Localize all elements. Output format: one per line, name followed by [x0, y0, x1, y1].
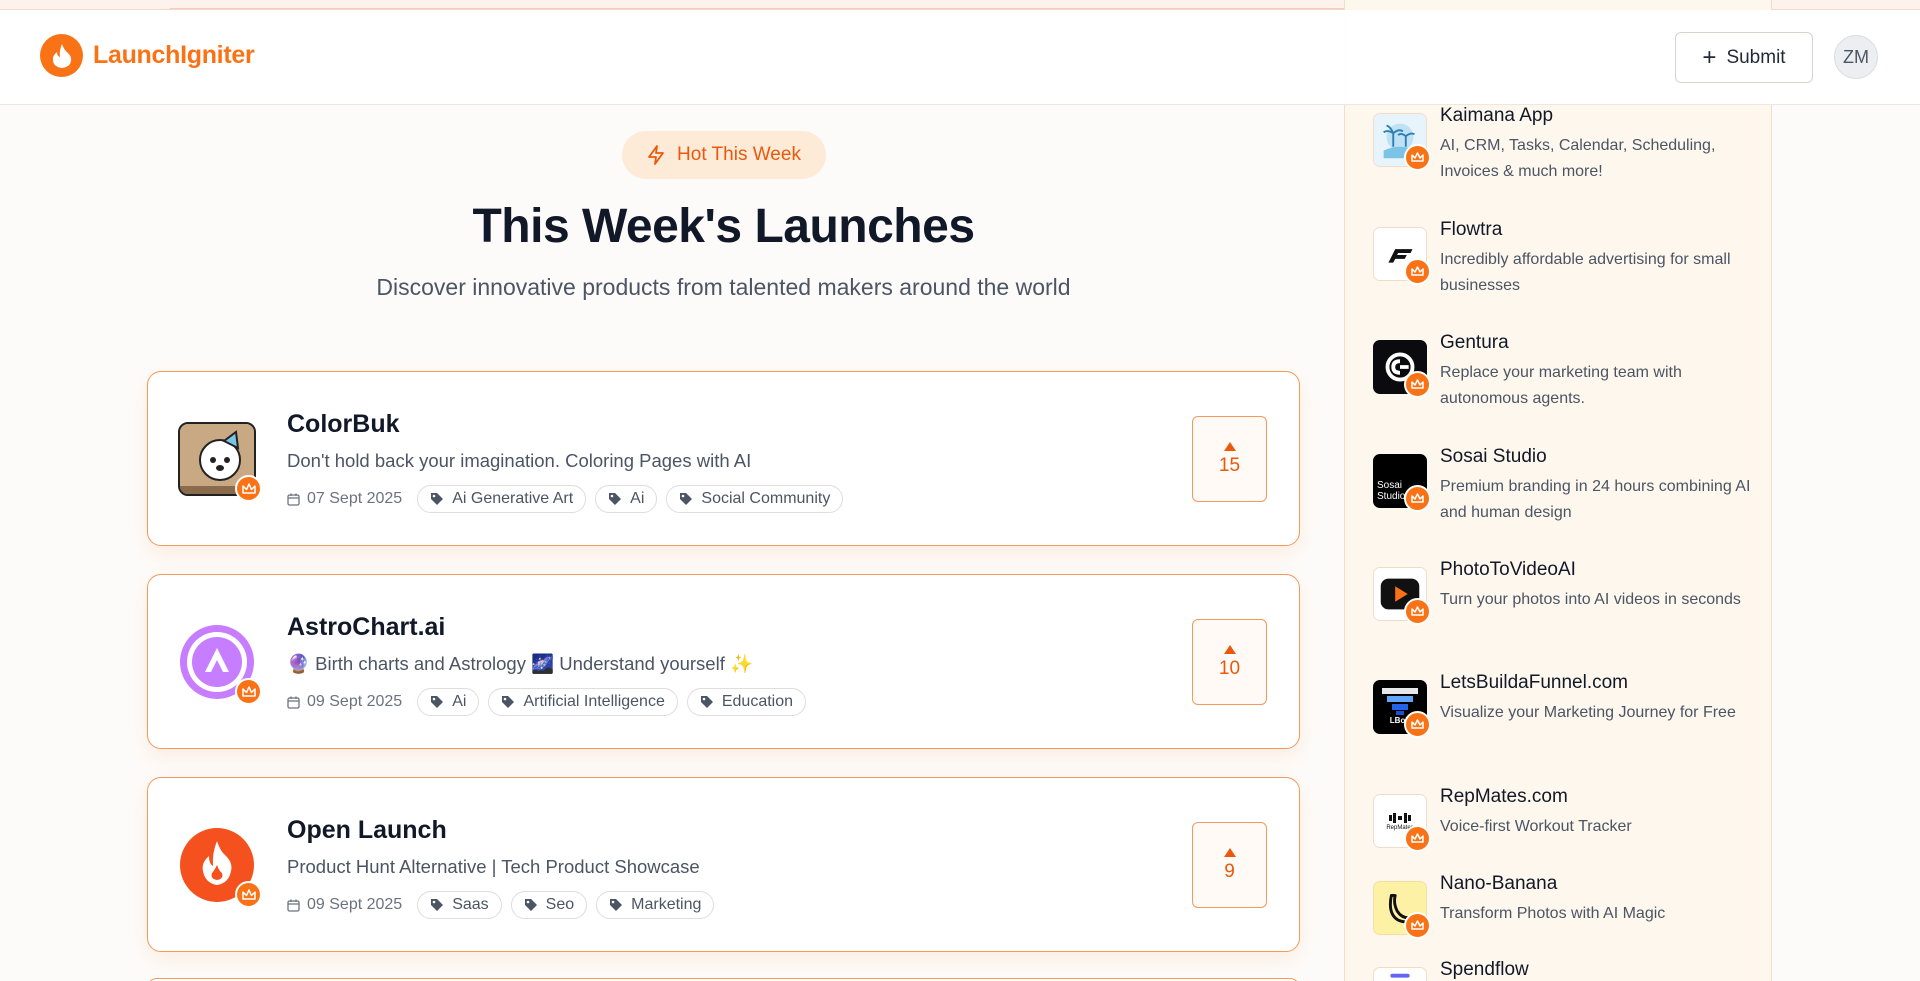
- crown-icon: [1404, 912, 1431, 939]
- launch-meta: 07 Sept 2025 Ai Generative Art Ai Social…: [287, 485, 844, 513]
- page-title: This Week's Launches: [472, 200, 975, 253]
- brand-name: LaunchIgniter: [93, 41, 255, 69]
- sidebar-item-name: Kaimana App: [1440, 105, 1554, 126]
- crown-icon: [1404, 711, 1431, 738]
- calendar-icon: [287, 696, 300, 709]
- launch-card-colorbuk[interactable]: ColorBuk Don't hold back your imaginatio…: [147, 371, 1300, 546]
- crown-icon: [1404, 598, 1431, 625]
- sidebar-item-name: Flowtra: [1440, 219, 1503, 240]
- launch-date: 09 Sept 2025: [287, 693, 402, 711]
- tag-icon: [609, 493, 622, 505]
- sidebar-item-description: Incredibly affordable advertising for sm…: [1440, 251, 1731, 294]
- sidebar-item-name: LetsBuildaFunnel.com: [1440, 672, 1628, 693]
- user-avatar[interactable]: ZM: [1834, 35, 1878, 79]
- launch-meta: 09 Sept 2025 Saas Seo Marketing: [287, 891, 715, 919]
- tag[interactable]: Saas: [417, 891, 502, 919]
- sidebar-item-description: Premium branding in 24 hours combining A…: [1440, 478, 1751, 521]
- launch-name[interactable]: ColorBuk: [287, 410, 400, 439]
- page-subtitle: Discover innovative products from talent…: [376, 274, 1071, 300]
- sidebar-item-name: Gentura: [1440, 332, 1509, 353]
- vote-count: 10: [1218, 657, 1241, 679]
- sidebar-item-name: Sosai Studio: [1440, 446, 1547, 467]
- sidebar-item-name: RepMates.com: [1440, 786, 1568, 807]
- launch-card-open-launch[interactable]: Open Launch Product Hunt Alternative | T…: [147, 777, 1300, 952]
- launch-name[interactable]: Open Launch: [287, 816, 447, 845]
- upvote-button[interactable]: 15: [1192, 416, 1267, 502]
- tag[interactable]: Seo: [510, 891, 588, 919]
- main-content: Hot This Week This Week's Launches Disco…: [0, 105, 1345, 981]
- sidebar-item-description: Transform Photos with AI Magic: [1440, 905, 1666, 922]
- calendar-icon: [287, 493, 300, 506]
- sidebar-item-name: Nano-Banana: [1440, 873, 1558, 894]
- launch-description: Product Hunt Alternative | Tech Product …: [287, 856, 700, 877]
- tag-icon: [502, 696, 515, 708]
- upvote-arrow-icon: [1223, 644, 1236, 654]
- tag-icon: [431, 696, 444, 708]
- submit-label: Submit: [1726, 46, 1786, 68]
- sidebar-item-description: Turn your photos into AI videos in secon…: [1440, 591, 1741, 608]
- launch-description: 🔮 Birth charts and Astrology 🌌 Understan…: [287, 653, 754, 674]
- tag[interactable]: Education: [686, 688, 807, 716]
- upvote-arrow-icon: [1223, 441, 1236, 451]
- crown-icon: [235, 678, 262, 705]
- tag[interactable]: Ai Generative Art: [417, 485, 587, 513]
- launch-description: Don't hold back your imagination. Colori…: [287, 450, 752, 471]
- upvote-button[interactable]: 9: [1192, 822, 1267, 908]
- vote-count: 15: [1218, 454, 1241, 476]
- launch-date: 09 Sept 2025: [287, 896, 402, 914]
- tag-icon: [431, 493, 444, 505]
- featured-sidebar: Kaimana App AI, CRM, Tasks, Calendar, Sc…: [1344, 0, 1772, 981]
- launch-date: 07 Sept 2025: [287, 490, 402, 508]
- tag[interactable]: Ai: [595, 485, 658, 513]
- top-header: LaunchIgniter + Submit ZM: [0, 10, 1920, 105]
- tag[interactable]: Marketing: [596, 891, 715, 919]
- calendar-icon: [287, 899, 300, 912]
- launch-name[interactable]: AstroChart.ai: [287, 613, 445, 642]
- pill-label: Hot This Week: [677, 144, 801, 165]
- sidebar-item-description: Visualize your Marketing Journey for Fre…: [1440, 704, 1736, 721]
- crown-icon: [1404, 825, 1431, 852]
- upvote-button[interactable]: 10: [1192, 619, 1267, 705]
- flame-icon: [40, 34, 83, 77]
- tag[interactable]: Social Community: [666, 485, 844, 513]
- tag-icon: [431, 899, 444, 911]
- sidebar-item-description: AI, CRM, Tasks, Calendar, Scheduling, In…: [1440, 137, 1716, 180]
- tag[interactable]: Artificial Intelligence: [488, 688, 678, 716]
- tag-icon: [610, 899, 623, 911]
- crown-icon: [235, 475, 262, 502]
- tag-icon: [700, 696, 713, 708]
- spendflow-logo: [1373, 967, 1427, 981]
- launch-card-astrochart[interactable]: AstroChart.ai 🔮 Birth charts and Astrolo…: [147, 574, 1300, 749]
- tag[interactable]: Ai: [417, 688, 480, 716]
- sidebar-item-name: Spendflow: [1440, 959, 1529, 980]
- crown-icon: [1404, 144, 1431, 171]
- crown-icon: [1404, 485, 1431, 512]
- crown-icon: [235, 881, 262, 908]
- launch-meta: 09 Sept 2025 Ai Artificial Intelligence …: [287, 688, 807, 716]
- plus-icon: +: [1702, 43, 1717, 71]
- tag-icon: [680, 493, 693, 505]
- brand-logo[interactable]: LaunchIgniter: [40, 34, 255, 77]
- vote-count: 9: [1224, 860, 1235, 882]
- tag-icon: [524, 899, 537, 911]
- sidebar-item-description: Voice-first Workout Tracker: [1440, 818, 1632, 835]
- sidebar-item-name: PhotoToVideoAI: [1440, 559, 1576, 580]
- lightning-icon: [648, 145, 664, 165]
- sidebar-item-description: Replace your marketing team with autonom…: [1440, 364, 1682, 407]
- submit-button[interactable]: + Submit: [1675, 32, 1813, 83]
- upvote-arrow-icon: [1223, 847, 1236, 857]
- hot-this-week-pill: Hot This Week: [622, 131, 826, 179]
- crown-icon: [1404, 371, 1431, 398]
